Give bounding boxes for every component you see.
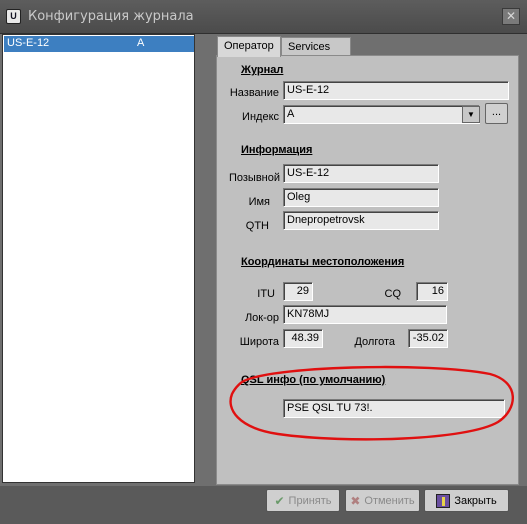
itu-field[interactable]: 29 bbox=[283, 282, 313, 301]
latitude-label: Широта bbox=[239, 336, 279, 348]
check-icon: ✔ bbox=[274, 493, 285, 508]
info-section-title: Информация bbox=[241, 144, 313, 156]
qth-label: QTH bbox=[245, 220, 269, 232]
accept-button-label: Принять bbox=[288, 494, 332, 507]
config-window: U Конфигурация журнала ✕ US-E-12 A Опера… bbox=[0, 0, 527, 524]
list-item-index: A bbox=[137, 37, 145, 49]
latitude-field[interactable]: 48.39 bbox=[283, 329, 323, 348]
close-button-label: Закрыть bbox=[454, 494, 497, 507]
chevron-down-icon[interactable]: ▼ bbox=[462, 106, 480, 123]
locator-label: Лок-ор bbox=[244, 312, 279, 324]
window-title: Конфигурация журнала bbox=[28, 9, 194, 24]
close-button[interactable]: Закрыть bbox=[424, 489, 509, 512]
tab-operator[interactable]: Оператор bbox=[217, 36, 281, 57]
cq-label: CQ bbox=[384, 288, 402, 300]
journal-section-title: Журнал bbox=[241, 64, 284, 76]
journal-index-label: Индекс bbox=[242, 111, 279, 123]
journal-list[interactable]: US-E-12 A bbox=[2, 34, 195, 483]
longitude-field[interactable]: -35.02 bbox=[408, 329, 448, 348]
app-icon: U bbox=[6, 9, 21, 24]
op-name-label: Имя bbox=[248, 196, 270, 208]
tab-strip: Оператор Services bbox=[215, 36, 525, 57]
button-bar: ✔ Принять ✖ Отменить Закрыть bbox=[0, 486, 527, 524]
journal-index-select[interactable]: A bbox=[283, 105, 480, 124]
qth-field[interactable]: Dnepropetrovsk bbox=[283, 211, 439, 230]
op-name-field[interactable]: Oleg bbox=[283, 188, 439, 207]
list-item-name: US-E-12 bbox=[7, 37, 50, 49]
cross-icon: ✖ bbox=[350, 493, 361, 508]
window-close-button[interactable]: ✕ bbox=[502, 8, 520, 25]
longitude-label: Долгота bbox=[354, 336, 395, 348]
door-exit-icon bbox=[436, 493, 451, 508]
callsign-label: Позывной bbox=[228, 172, 280, 184]
journal-name-label: Название bbox=[229, 87, 279, 99]
title-bar[interactable]: U Конфигурация журнала ✕ bbox=[0, 0, 527, 34]
qsl-section-title: QSL инфо (по умолчанию) bbox=[241, 374, 386, 386]
accept-button[interactable]: ✔ Принять bbox=[266, 489, 340, 512]
journal-name-field[interactable]: US-E-12 bbox=[283, 81, 509, 100]
index-browse-button[interactable]: ... bbox=[485, 103, 508, 124]
cancel-button[interactable]: ✖ Отменить bbox=[345, 489, 420, 512]
locator-field[interactable]: KN78MJ bbox=[283, 305, 447, 324]
operator-panel: Журнал Название US-E-12 Индекс A ▼ ... И… bbox=[216, 55, 519, 485]
list-item[interactable]: US-E-12 A bbox=[4, 36, 194, 52]
callsign-field[interactable]: US-E-12 bbox=[283, 164, 439, 183]
location-section-title: Координаты местоположения bbox=[241, 256, 405, 268]
cq-field[interactable]: 16 bbox=[416, 282, 448, 301]
itu-label: ITU bbox=[257, 288, 275, 300]
tab-services[interactable]: Services bbox=[281, 37, 351, 57]
cancel-button-label: Отменить bbox=[364, 494, 415, 507]
qsl-info-field[interactable]: PSE QSL TU 73!. bbox=[283, 399, 505, 418]
